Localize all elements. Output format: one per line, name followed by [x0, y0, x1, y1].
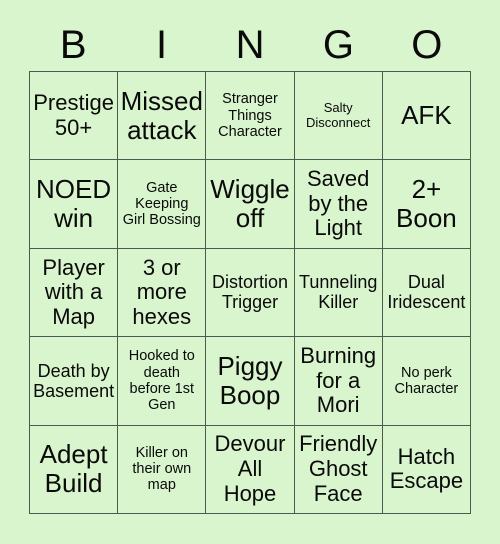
bingo-cell[interactable]: 3 or more hexes [118, 248, 207, 338]
bingo-cell[interactable]: Distortion Trigger [206, 248, 295, 338]
bingo-card: B I N G O Prestige 50+ Missed attack Str… [0, 0, 500, 544]
bingo-cell[interactable]: Salty Disconnect [294, 72, 383, 161]
bingo-cell[interactable]: Tunneling Killer [294, 248, 383, 338]
bingo-cell[interactable]: No perk Character [382, 337, 471, 426]
bingo-cell[interactable]: Saved by the Light [294, 160, 383, 249]
bingo-cell[interactable]: Friendly Ghost Face [294, 425, 383, 514]
bingo-cell[interactable]: Killer on their own map [118, 425, 207, 514]
bingo-cell[interactable]: Dual Iridescent [382, 248, 471, 338]
bingo-cell[interactable]: Adept Build [30, 425, 119, 514]
bingo-cell[interactable]: Death by Basement [30, 337, 119, 426]
bingo-cell[interactable]: Wiggle off [206, 160, 295, 249]
bingo-cell[interactable]: 2+ Boon [382, 160, 471, 249]
bingo-cell[interactable]: Player with a Map [30, 248, 119, 338]
bingo-cell[interactable]: Burning for a Mori [294, 337, 383, 426]
header-letter-b: B [59, 22, 87, 67]
bingo-cell[interactable]: Missed attack [118, 72, 207, 161]
bingo-cell[interactable]: Devour All Hope [206, 425, 295, 514]
header-letter-i: I [156, 22, 168, 67]
bingo-cell[interactable]: Piggy Boop [206, 337, 295, 426]
bingo-cell[interactable]: Stranger Things Character [206, 72, 295, 161]
header-letter-g: G [322, 22, 354, 67]
bingo-cell[interactable]: Hooked to death before 1st Gen [118, 337, 207, 426]
bingo-cell[interactable]: Prestige 50+ [30, 72, 119, 161]
bingo-header: B I N G O [29, 18, 471, 71]
bingo-cell[interactable]: AFK [382, 72, 471, 161]
bingo-cell[interactable]: Hatch Escape [382, 425, 471, 514]
bingo-cell[interactable]: Gate Keeping Girl Bossing [118, 160, 207, 249]
bingo-cell[interactable]: NOED win [30, 160, 119, 249]
header-letter-o: O [411, 22, 443, 67]
header-letter-n: N [235, 22, 265, 67]
bingo-grid: Prestige 50+ Missed attack Stranger Thin… [29, 71, 471, 514]
